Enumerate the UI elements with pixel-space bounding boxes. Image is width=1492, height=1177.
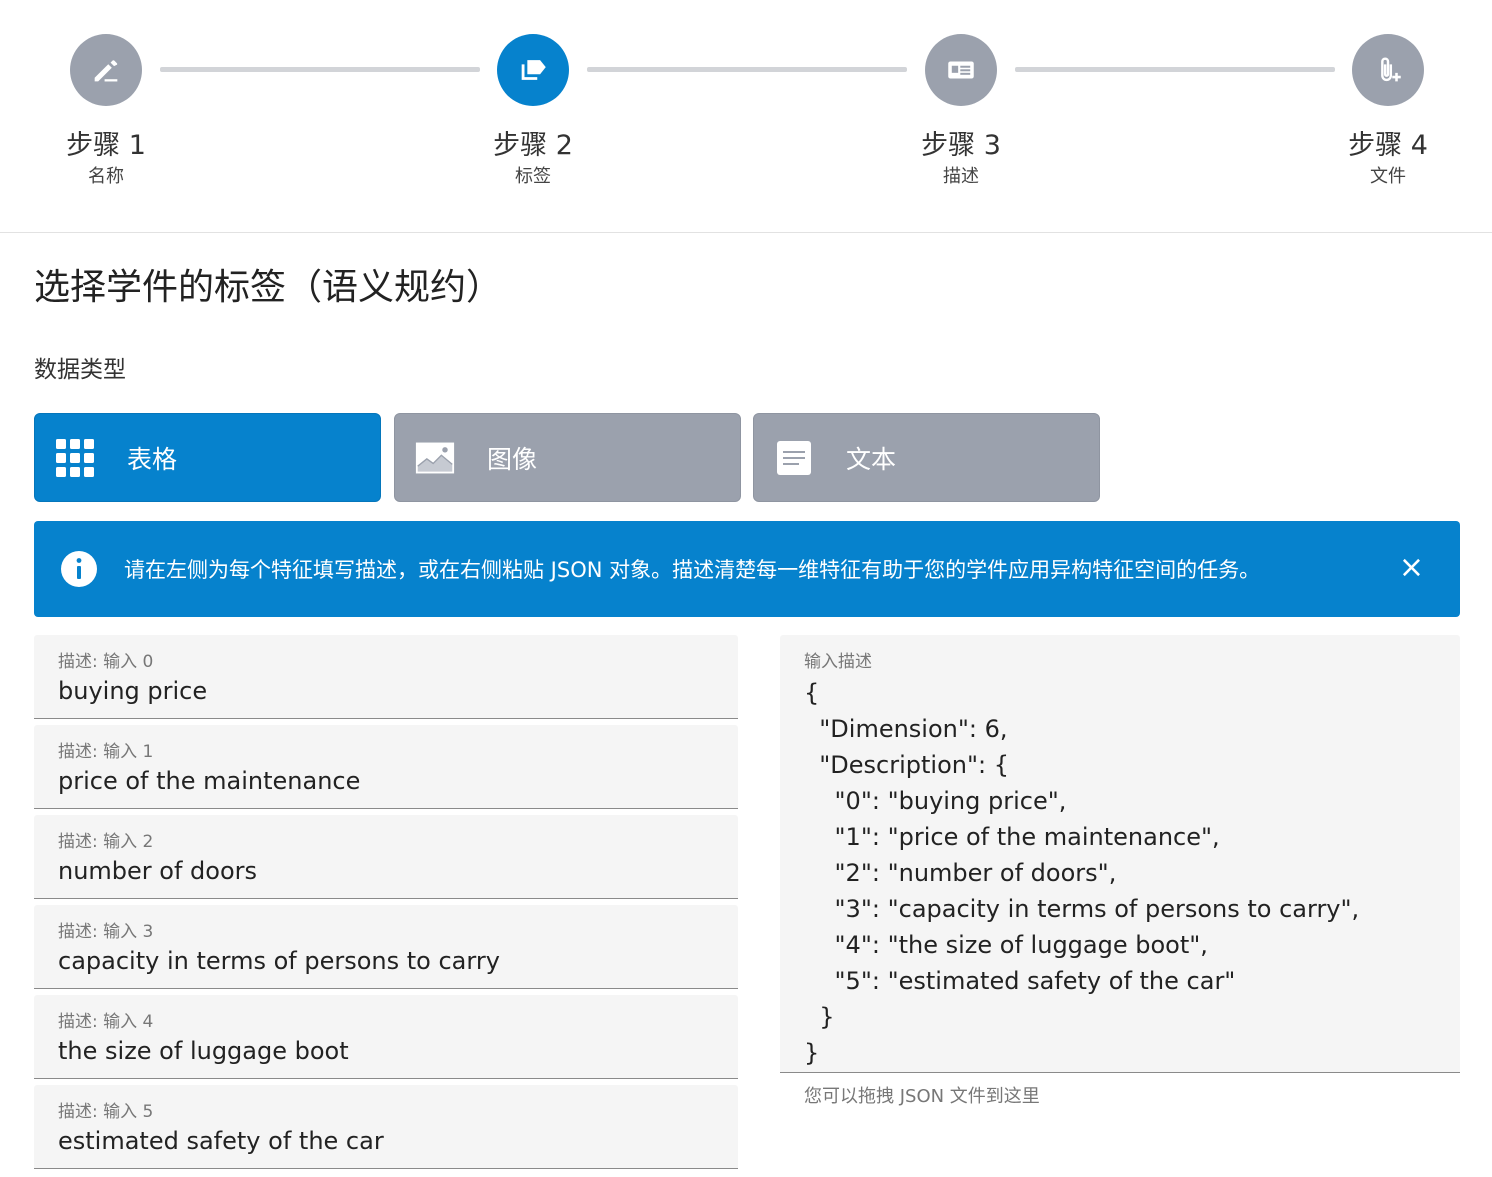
stepper: 步骤 1 名称 步骤 2 标签 步骤 3 描述 步骤 4 文件 [0, 0, 1492, 233]
page-title: 选择学件的标签（语义规约） [34, 267, 503, 308]
info-banner-text: 请在左侧为每个特征填写描述，或在右侧粘贴 JSON 对象。描述清楚每一维特征有助… [124, 558, 1261, 582]
json-description-input[interactable]: 输入描述 { "Dimension": 6, "Description": { … [780, 635, 1460, 1073]
data-type-label: 数据类型 [34, 357, 126, 383]
description-field-value[interactable]: capacity in terms of persons to carry [58, 947, 500, 975]
description-field-0[interactable]: 描述: 输入 0 buying price [34, 635, 738, 719]
step-2-circle [497, 34, 569, 106]
description-field-1[interactable]: 描述: 输入 1 price of the maintenance [34, 725, 738, 809]
description-field-label: 描述: 输入 1 [58, 742, 154, 762]
description-field-label: 描述: 输入 3 [58, 922, 154, 942]
type-button-image[interactable]: 图像 [394, 413, 741, 502]
description-field-3[interactable]: 描述: 输入 3 capacity in terms of persons to… [34, 905, 738, 989]
description-field-4[interactable]: 描述: 输入 4 the size of luggage boot [34, 995, 738, 1079]
description-field-value[interactable]: buying price [58, 677, 207, 705]
step-4-title: 步骤 4 [1348, 130, 1428, 161]
step-3-title: 步骤 3 [921, 130, 1001, 161]
step-connector-3 [1015, 67, 1335, 72]
card-text-icon [948, 61, 974, 79]
step-1-subtitle: 名称 [88, 166, 124, 187]
type-button-table[interactable]: 表格 [34, 413, 381, 502]
step-1-circle [70, 34, 142, 106]
type-button-text-label: 文本 [846, 444, 897, 474]
info-banner: 请在左侧为每个特征填写描述，或在右侧粘贴 JSON 对象。描述清楚每一维特征有助… [34, 521, 1460, 617]
grid-icon [55, 438, 95, 478]
description-field-value[interactable]: number of doors [58, 857, 257, 885]
description-field-value[interactable]: the size of luggage boot [58, 1037, 349, 1065]
type-button-text[interactable]: 文本 [753, 413, 1100, 502]
step-4-subtitle: 文件 [1370, 166, 1406, 187]
step-3-circle [925, 34, 997, 106]
step-2[interactable]: 步骤 2 标签 [463, 34, 603, 189]
json-drop-hint: 您可以拖拽 JSON 文件到这里 [804, 1086, 1040, 1107]
description-field-label: 描述: 输入 0 [58, 652, 154, 672]
description-field-label: 描述: 输入 5 [58, 1102, 154, 1122]
step-2-title: 步骤 2 [493, 130, 573, 161]
close-icon[interactable]: × [1399, 551, 1424, 585]
step-1-title: 步骤 1 [66, 130, 146, 161]
json-input-label: 输入描述 [804, 652, 872, 672]
step-4[interactable]: 步骤 4 文件 [1318, 34, 1458, 189]
step-1[interactable]: 步骤 1 名称 [36, 34, 176, 189]
step-2-subtitle: 标签 [515, 166, 551, 187]
json-input-value[interactable]: { "Dimension": 6, "Description": { "0": … [804, 675, 1359, 1071]
paperclip-plus-icon [1381, 57, 1401, 82]
step-connector-1 [160, 67, 480, 72]
step-3[interactable]: 步骤 3 描述 [891, 34, 1031, 189]
description-field-label: 描述: 输入 4 [58, 1012, 154, 1032]
pencil-icon [94, 60, 118, 82]
tag-icon [521, 60, 546, 80]
description-field-2[interactable]: 描述: 输入 2 number of doors [34, 815, 738, 899]
type-button-image-label: 图像 [487, 444, 538, 474]
description-field-value[interactable]: price of the maintenance [58, 767, 360, 795]
info-icon [61, 551, 97, 587]
description-field-label: 描述: 输入 2 [58, 832, 154, 852]
step-4-circle [1352, 34, 1424, 106]
description-field-5[interactable]: 描述: 输入 5 estimated safety of the car [34, 1085, 738, 1169]
type-button-table-label: 表格 [127, 444, 178, 474]
description-field-value[interactable]: estimated safety of the car [58, 1127, 384, 1155]
text-doc-icon [774, 438, 814, 478]
step-connector-2 [587, 67, 907, 72]
step-3-subtitle: 描述 [943, 166, 979, 187]
image-icon [415, 438, 455, 478]
